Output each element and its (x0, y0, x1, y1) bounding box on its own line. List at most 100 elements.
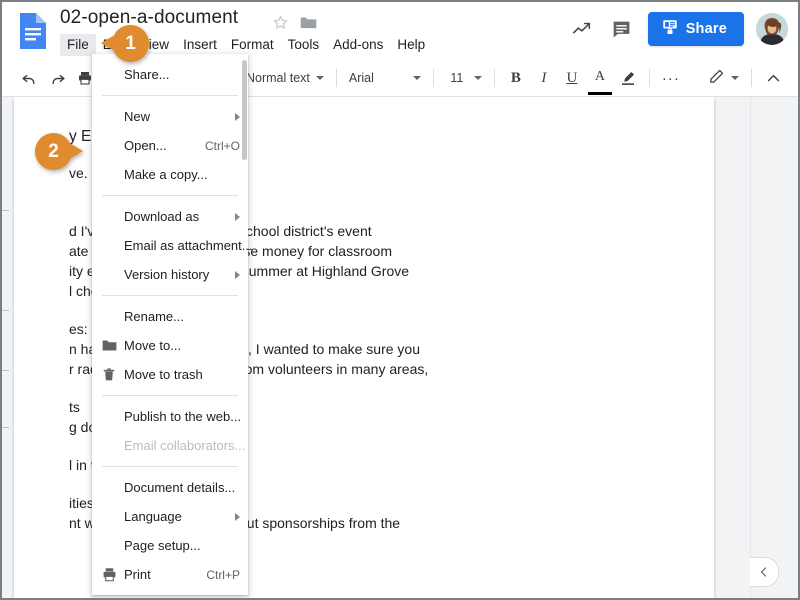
highlight-pen-icon[interactable] (615, 65, 641, 91)
toolbar-divider (648, 69, 650, 87)
menu-item-label: New (124, 109, 151, 124)
paragraph-style-select[interactable]: Normal text (242, 65, 328, 91)
side-panel-rail (750, 97, 798, 598)
undo-icon[interactable] (16, 65, 42, 91)
menu-item-language[interactable]: Language (92, 502, 248, 531)
menu-item-share[interactable]: Share... (92, 60, 248, 89)
callout-tail (101, 36, 113, 50)
menu-item-email-as-attachment[interactable]: Email as attachment... (92, 231, 253, 260)
callout-number: 1 (112, 25, 149, 62)
ruler-mark (2, 210, 9, 211)
menu-item-label: Version history (124, 267, 210, 282)
chevron-up-icon[interactable] (760, 65, 786, 91)
menu-item-make-a-copy[interactable]: Make a copy... (92, 160, 248, 189)
menu-insert[interactable]: Insert (176, 34, 224, 56)
menu-addons[interactable]: Add-ons (326, 34, 390, 56)
menu-separator (102, 95, 238, 96)
top-bar-actions: Share (562, 9, 788, 49)
menu-item-label: Move to... (124, 338, 182, 353)
italic-button[interactable]: I (531, 65, 557, 91)
menu-item-label: Print (124, 567, 151, 582)
comment-icon[interactable] (602, 9, 642, 49)
more-options-button[interactable]: ··· (658, 65, 684, 91)
menu-help[interactable]: Help (390, 34, 432, 56)
menu-item-shortcut: Ctrl+P (206, 567, 240, 582)
menu-item-label: Move to trash (124, 367, 203, 382)
menu-item-label: Language (124, 509, 182, 524)
avatar[interactable] (756, 13, 788, 45)
menu-item-label: Email as attachment... (124, 238, 253, 253)
ruler-mark (2, 310, 9, 311)
paragraph-style-value: Normal text (245, 71, 310, 85)
menu-separator (102, 395, 238, 396)
chevron-down-icon (412, 76, 421, 80)
callout-tail (71, 144, 83, 158)
printer-icon (102, 567, 122, 582)
menu-item-label: Open... (124, 138, 167, 153)
bold-button[interactable]: B (503, 65, 529, 91)
font-value: Arial (348, 71, 374, 85)
page-title[interactable]: 02-open-a-document (60, 6, 238, 30)
callout-number: 2 (35, 133, 72, 170)
menu-item-label: Publish to the web... (124, 409, 242, 424)
trash-icon (102, 367, 122, 382)
menu-item-open[interactable]: Open... Ctrl+O (92, 131, 248, 160)
google-docs-icon[interactable] (16, 11, 50, 51)
menu-item-move-to[interactable]: Move to... (92, 331, 248, 360)
toolbar-divider (751, 69, 752, 87)
menu-item-rename[interactable]: Rename... (92, 302, 248, 331)
menu-item-document-details[interactable]: Document details... (92, 473, 248, 502)
chevron-down-icon (473, 76, 482, 80)
submenu-arrow-icon (235, 270, 240, 279)
redo-icon[interactable] (44, 65, 70, 91)
menu-item-page-setup[interactable]: Page setup... (92, 531, 248, 560)
font-select[interactable]: Arial (345, 65, 425, 91)
menu-file[interactable]: File (60, 34, 96, 56)
text-color-button[interactable]: A (587, 64, 613, 95)
toolbar-divider (493, 69, 495, 87)
chevron-down-icon (315, 76, 324, 80)
share-lock-icon (661, 18, 679, 40)
toolbar-right-group (704, 60, 786, 96)
star-icon[interactable] (272, 14, 289, 31)
callout-marker-2: 2 (35, 133, 83, 170)
toolbar-divider (335, 69, 337, 87)
activity-dashboard-icon[interactable] (562, 9, 602, 49)
menu-separator (102, 466, 238, 467)
underline-button[interactable]: U (559, 65, 585, 91)
share-button[interactable]: Share (647, 12, 744, 46)
menu-item-label: Make a copy... (124, 167, 208, 182)
submenu-arrow-icon (235, 112, 240, 121)
menu-item-shortcut: Ctrl+O (204, 138, 240, 153)
submenu-arrow-icon (235, 512, 240, 521)
document-title-block: 02-open-a-document (60, 6, 238, 30)
submenu-arrow-icon (235, 212, 240, 221)
menu-item-label: Email collaborators... (124, 438, 246, 453)
toolbar-divider (432, 69, 434, 87)
folder-icon[interactable] (300, 15, 317, 30)
share-button-label: Share (685, 21, 727, 37)
editing-mode-select[interactable] (704, 65, 743, 91)
chevron-left-icon[interactable] (750, 557, 779, 587)
ruler-mark (2, 427, 9, 428)
font-size-select[interactable]: 11 (442, 65, 486, 91)
pencil-icon (708, 68, 725, 88)
menu-item-label: Share... (124, 67, 170, 82)
menu-item-version-history[interactable]: Version history (92, 260, 248, 289)
chevron-down-icon (731, 76, 739, 80)
menu-format[interactable]: Format (224, 34, 281, 56)
menu-separator (102, 295, 238, 296)
file-menu-dropdown[interactable]: Share... New Open... Ctrl+O Make a copy.… (92, 54, 253, 595)
menu-item-print[interactable]: Print Ctrl+P (92, 560, 248, 589)
menu-item-publish-to-the-web[interactable]: Publish to the web... (92, 402, 248, 431)
menu-item-move-to-trash[interactable]: Move to trash (92, 360, 248, 389)
menu-separator (102, 195, 238, 196)
callout-marker-1: 1 (101, 25, 149, 62)
menu-tools[interactable]: Tools (281, 34, 327, 56)
menu-item-label: Page setup... (124, 538, 201, 553)
menu-item-new[interactable]: New (92, 102, 248, 131)
menu-item-email-collaborators: Email collaborators... (92, 431, 248, 460)
font-size-value: 11 (450, 71, 464, 85)
menu-item-label: Document details... (124, 480, 236, 495)
menu-item-download-as[interactable]: Download as (92, 202, 248, 231)
